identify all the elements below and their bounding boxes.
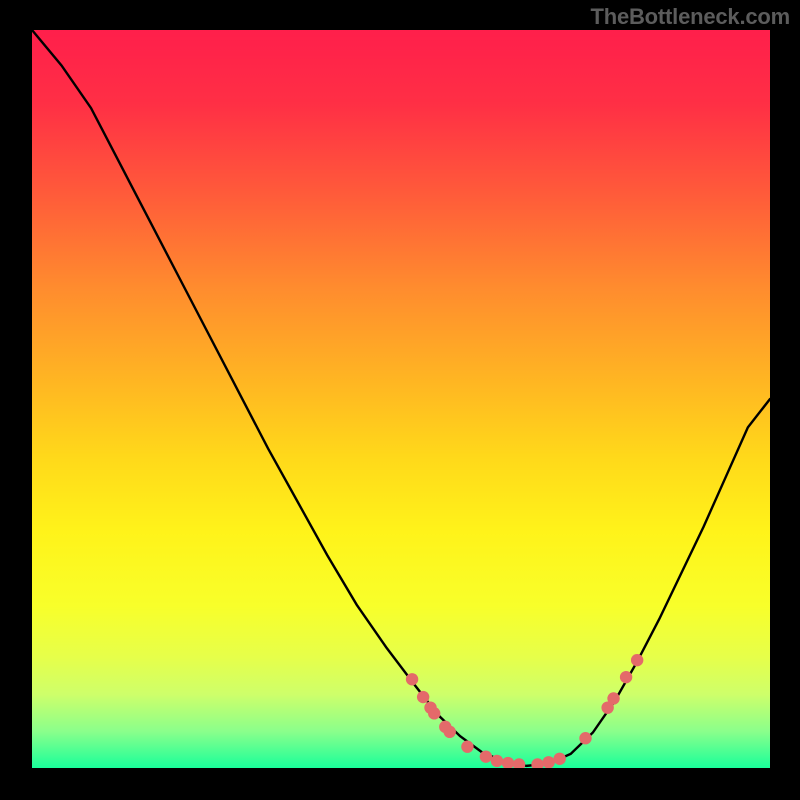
highlight-dot xyxy=(542,756,554,768)
highlight-dot xyxy=(428,707,440,719)
bottleneck-curve xyxy=(32,30,770,766)
highlight-dot xyxy=(491,755,503,767)
highlight-dot xyxy=(417,691,429,703)
highlight-dot xyxy=(531,758,543,768)
watermark-text: TheBottleneck.com xyxy=(590,4,790,30)
highlight-dot xyxy=(444,726,456,738)
curve-svg xyxy=(32,30,770,768)
highlight-dot xyxy=(631,654,643,666)
highlight-dot xyxy=(579,732,591,744)
highlight-dots xyxy=(406,654,643,768)
plot-area xyxy=(32,30,770,768)
highlight-dot xyxy=(480,750,492,762)
highlight-dot xyxy=(513,758,525,768)
highlight-dot xyxy=(502,757,514,768)
highlight-dot xyxy=(461,741,473,753)
highlight-dot xyxy=(553,753,565,765)
highlight-dot xyxy=(620,671,632,683)
highlight-dot xyxy=(607,692,619,704)
chart-frame: TheBottleneck.com xyxy=(0,0,800,800)
highlight-dot xyxy=(406,673,418,685)
